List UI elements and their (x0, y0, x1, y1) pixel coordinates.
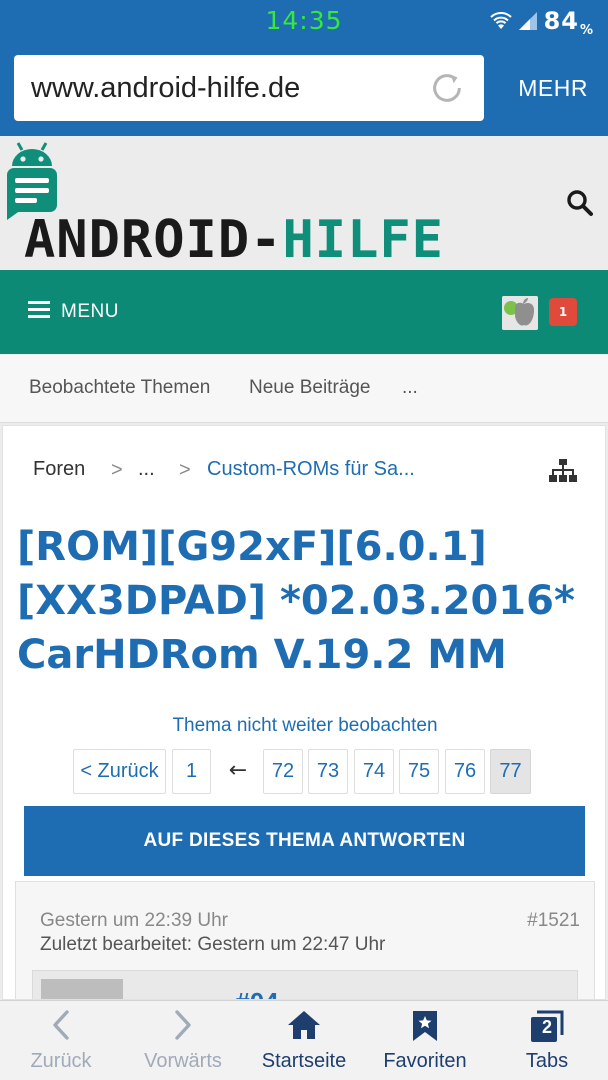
back-arrow-icon (53, 1010, 69, 1040)
browser-toolbar: www.android-hilfe.de MEHR (0, 42, 608, 136)
android-logo-icon[interactable] (5, 140, 59, 220)
quick-links-bar: Beobachtete Themen Neue Beiträge ... (0, 355, 608, 423)
forward-arrow-icon (175, 1010, 191, 1040)
menu-bar: MENU 1 (0, 270, 608, 354)
sitemap-icon[interactable] (549, 459, 577, 483)
bookmark-star-icon (413, 1011, 437, 1041)
thread-content: Foren > ... > Custom-ROMs für Sa... [ROM… (2, 425, 606, 1000)
pagination-page-73[interactable]: 73 (308, 749, 348, 794)
browser-bottom-nav: Zurück Vorwärts Startseite Favoriten 2 T… (0, 1000, 608, 1080)
post-number-link[interactable]: #1521 (527, 910, 580, 932)
pagination-page-75[interactable]: 75 (399, 749, 439, 794)
nav-favorites-button[interactable]: Favoriten (364, 1001, 486, 1080)
post-date: Gestern um 22:39 Uhr (40, 910, 228, 931)
author-name-link[interactable]: ..........#04 (163, 987, 279, 999)
search-icon[interactable] (566, 189, 594, 217)
thread-title: [ROM][G92xF][6.0.1][XX3DPAD] *02.03.2016… (17, 524, 575, 678)
post-edited-note: Zuletzt bearbeitet: Gestern um 22:47 Uhr (40, 934, 386, 955)
breadcrumb-custom-roms[interactable]: Custom-ROMs für Sa... (207, 458, 415, 481)
author-avatar[interactable] (41, 979, 123, 999)
pagination-page-1[interactable]: 1 (172, 749, 211, 794)
reply-to-thread-button[interactable]: AUF DIESES THEMA ANTWORTEN (24, 806, 585, 876)
notification-badge[interactable]: 1 (549, 298, 577, 326)
pagination-page-76[interactable]: 76 (445, 749, 485, 794)
cell-signal-icon (518, 12, 537, 30)
tab-count: 2 (541, 1017, 552, 1037)
browser-screen: 14:35 84% www.android-hilfe.de MEHR ANDR… (0, 0, 608, 1080)
more-links[interactable]: ... (402, 377, 418, 399)
home-icon (288, 1011, 320, 1039)
pagination-prev-button[interactable]: < Zurück (73, 749, 166, 794)
breadcrumb-separator: > (111, 459, 123, 481)
pagination-current-page[interactable]: 77 (490, 749, 531, 794)
hamburger-menu-icon[interactable] (28, 301, 50, 319)
wifi-icon (489, 12, 512, 29)
battery-level: 84% (543, 7, 594, 38)
site-header: ANDROID-HILFE (0, 136, 608, 270)
status-bar: 14:35 84% (0, 0, 608, 42)
pagination-page-72[interactable]: 72 (263, 749, 303, 794)
pagination-page-74[interactable]: 74 (354, 749, 394, 794)
nav-tabs-button[interactable]: 2 Tabs (486, 1001, 608, 1080)
site-logo[interactable]: ANDROID-HILFE (24, 210, 444, 270)
breadcrumb-ellipsis[interactable]: ... (138, 458, 155, 481)
breadcrumb-forums[interactable]: Foren (33, 458, 85, 481)
reload-icon[interactable] (428, 69, 466, 107)
apple-android-avatar-icon (502, 296, 538, 330)
breadcrumb-separator: > (179, 459, 191, 481)
nav-back-button[interactable]: Zurück (0, 1001, 122, 1080)
post-author-box: ..........#04 (32, 970, 578, 999)
more-button[interactable]: MEHR (518, 75, 588, 102)
menu-button[interactable]: MENU (61, 301, 119, 323)
nav-forward-button[interactable]: Vorwärts (122, 1001, 244, 1080)
new-posts-link[interactable]: Neue Beiträge (249, 377, 370, 399)
pagination-skip-arrow[interactable]: ← (223, 749, 253, 792)
user-avatar[interactable] (502, 296, 538, 330)
status-icons: 84% (489, 6, 594, 38)
post-card: Gestern um 22:39 Uhr #1521 Zuletzt bearb… (15, 881, 595, 999)
watched-threads-link[interactable]: Beobachtete Themen (29, 377, 210, 399)
address-bar[interactable]: www.android-hilfe.de (14, 55, 484, 121)
url-text[interactable]: www.android-hilfe.de (31, 72, 300, 105)
unwatch-thread-link[interactable]: Thema nicht weiter beobachten (3, 715, 605, 737)
nav-home-button[interactable]: Startseite (244, 1001, 364, 1080)
